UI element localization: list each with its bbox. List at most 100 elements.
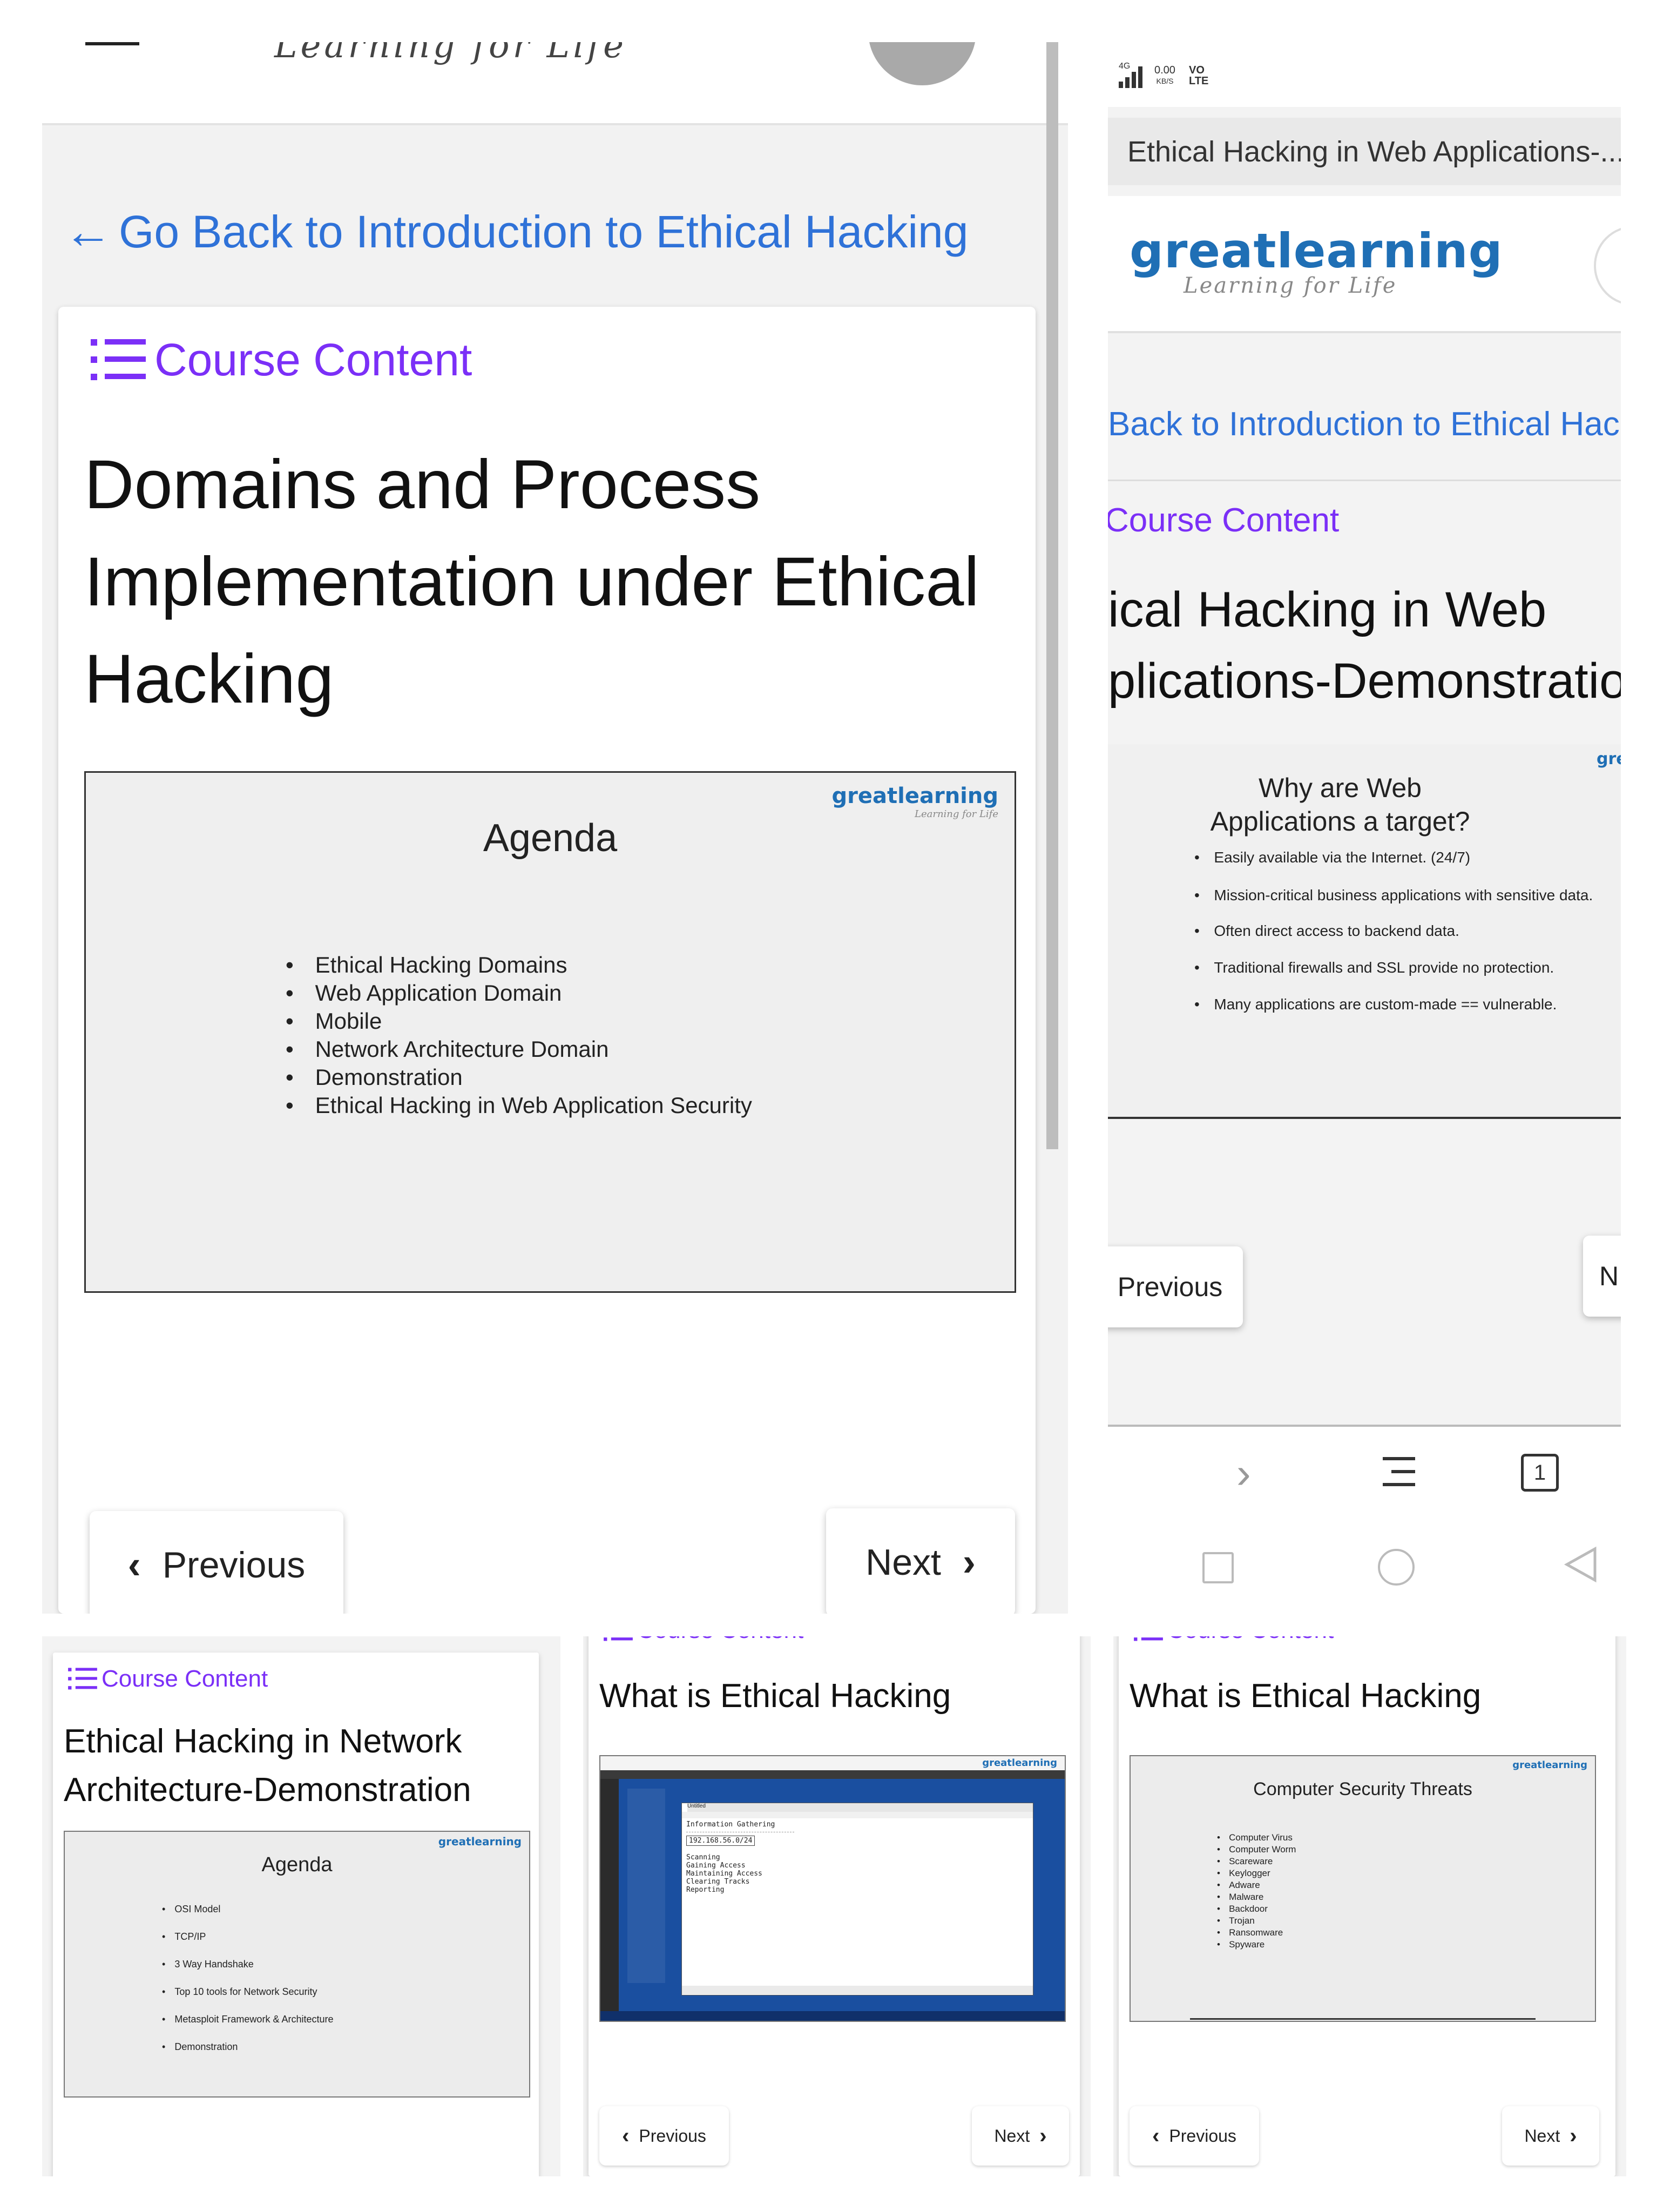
list-item: Top 10 tools for Network Security [162,1978,334,2006]
recent-apps-icon[interactable] [1202,1552,1234,1583]
list-item: Computer Virus [1217,1832,1296,1844]
lesson-title: ical Hacking in Web plications-Demonstra… [1108,582,1621,709]
next-button[interactable]: N [1583,1236,1621,1317]
security-threats-slide: greatlearning Computer Security Threats … [1130,1755,1596,2022]
back-icon[interactable] [1563,1546,1600,1583]
chevron-right-icon: › [1570,2123,1577,2148]
site-header: greatlearning Learning for Life [1108,196,1621,333]
next-button[interactable]: Next › [826,1508,1015,1614]
list-item: Web Application Domain [286,979,752,1007]
list-item: Computer Worm [1217,1844,1296,1856]
course-content-link[interactable]: Course Content [1108,501,1339,539]
greatlearning-logo: greatlearning Learning for Life [1130,223,1503,298]
panel-web-applications: 4G 0.00 KB/S VO LTE Ethical Hacking in Web… [1108,42,1621,1614]
app-header: Learning for Life [42,42,1068,125]
list-item: Adware [1217,1879,1296,1891]
agenda-slide: greatlearning Learning for Life Agenda E… [84,771,1016,1293]
previous-button[interactable]: ‹ Previous [90,1511,343,1614]
greatlearning-logo: greatlearning [438,1835,522,1848]
course-content-link[interactable]: Course Content [1133,1636,1334,1644]
tab-count-button[interactable]: 1 [1521,1454,1559,1492]
list-item: Metasploit Framework & Architecture [162,2006,334,2033]
chevron-left-icon: ‹ [127,1543,141,1587]
editor-statusbar [682,1986,1033,1994]
course-content-link[interactable]: Course Content [603,1636,803,1644]
list-item: Demonstration [286,1063,752,1091]
desktop-toolbar [600,1770,1065,1779]
editor-window: Untitled Information Gathering 192.168.5… [681,1803,1033,1995]
lesson-title: Domains and Process Implementation under… [84,446,979,718]
list-icon [68,1668,97,1690]
previous-button[interactable]: ‹ Previous [599,2106,729,2166]
slide-bullets: Easily available via the Internet. (24/7… [1194,848,1605,1014]
scrollbar[interactable] [1046,42,1058,1149]
slide-bullets: OSI Model TCP/IP 3 Way Handshake Top 10 … [162,1896,334,2061]
lesson-title: Ethical Hacking in Network Architecture-… [64,1723,471,1809]
list-item: Scareware [1217,1856,1296,1867]
list-item: Mission-critical business applications w… [1194,886,1605,905]
window-title: Untitled [687,1803,1033,1812]
previous-button[interactable]: Previous [1108,1246,1243,1327]
next-button[interactable]: Next › [1502,2106,1599,2166]
greatlearning-logo: gre [1597,750,1621,768]
lesson-card: Course Content What is Ethical Hacking g… [1119,1636,1615,2176]
slide-underline [1190,2018,1536,2020]
lesson-title: What is Ethical Hacking [599,1677,951,1715]
greatlearning-logo: greatlearning Learning for Life [831,784,998,820]
data-speed: 0.00 KB/S [1154,64,1175,85]
panel-domains-process: Learning for Life ← Go Back to Introduct… [42,42,1068,1614]
list-item: Easily available via the Internet. (24/7… [1194,848,1605,867]
editor-menu [682,1812,1033,1818]
back-link[interactable]: ← Go Back to Introduction to Ethical Hac… [64,204,968,260]
tab-title: Ethical Hacking in Web Applications-... [1127,136,1621,168]
browser-title-bar[interactable]: Ethical Hacking in Web Applications-... [1108,118,1621,185]
chevron-right-icon: › [962,1541,976,1584]
brand-tagline: Learning for Life [274,42,627,66]
list-item: Many applications are custom-made == vul… [1194,995,1605,1014]
menu-icon[interactable] [85,42,139,45]
panel-network-architecture: Course Content Ethical Hacking in Networ… [42,1636,560,2176]
lesson-title: What is Ethical Hacking [1130,1677,1482,1715]
avatar[interactable] [1594,226,1621,306]
browser-nav-bar: › 1 [1108,1427,1621,1614]
list-icon [1134,1637,1163,1641]
course-content-link[interactable]: Course Content [89,334,472,386]
greatlearning-logo: greatlearning [1512,1759,1587,1771]
home-icon[interactable] [1378,1549,1415,1586]
divider [1108,480,1621,481]
avatar[interactable] [868,42,976,85]
slide-heading: Agenda [261,1853,333,1876]
chevron-left-icon: ‹ [1152,2123,1160,2148]
next-button[interactable]: Next › [972,2106,1069,2166]
forward-icon[interactable]: › [1236,1448,1251,1498]
list-item: Demonstration [162,2033,334,2061]
menu-icon[interactable] [1381,1453,1418,1491]
arrow-left-icon: ← [64,205,112,259]
panel-what-is-ethical-hacking-2: Course Content What is Ethical Hacking g… [1113,1636,1626,2176]
course-content-link[interactable]: Course Content [67,1665,268,1692]
list-item: Ransomware [1217,1927,1296,1939]
slide-bullets: Ethical Hacking Domains Web Application … [286,951,752,1120]
previous-button[interactable]: ‹ Previous [1130,2106,1259,2166]
volte-indicator: VO LTE [1189,64,1209,87]
web-app-slide: gre Why are Web Applications a target? E… [1108,744,1621,1119]
desktop-icons [627,1789,665,1983]
list-item: OSI Model [162,1896,334,1923]
list-item: 3 Way Handshake [162,1951,334,1978]
list-item: Mobile [286,1007,752,1035]
greatlearning-logo: greatlearning [982,1757,1057,1769]
chevron-left-icon: ‹ [622,2123,630,2148]
list-item: Ethical Hacking Domains [286,951,752,979]
list-icon [604,1637,633,1641]
lesson-card: Course Content Ethical Hacking in Networ… [53,1653,539,2176]
panel-what-is-ethical-hacking-1: Course Content What is Ethical Hacking g… [583,1636,1091,2176]
desktop-screenshot-slide: greatlearning Untitled Information Gathe… [599,1755,1066,2022]
back-link[interactable]: Back to Introduction to Ethical Hac [1108,405,1620,443]
list-item: Backdoor [1217,1903,1296,1915]
list-item: TCP/IP [162,1923,334,1951]
list-item: Trojan [1217,1915,1296,1927]
editor-text: Information Gathering 192.168.56.0/24 Sc… [686,1820,794,1894]
list-icon [91,339,146,380]
list-item: Spyware [1217,1939,1296,1951]
list-item: Ethical Hacking in Web Application Secur… [286,1091,752,1120]
